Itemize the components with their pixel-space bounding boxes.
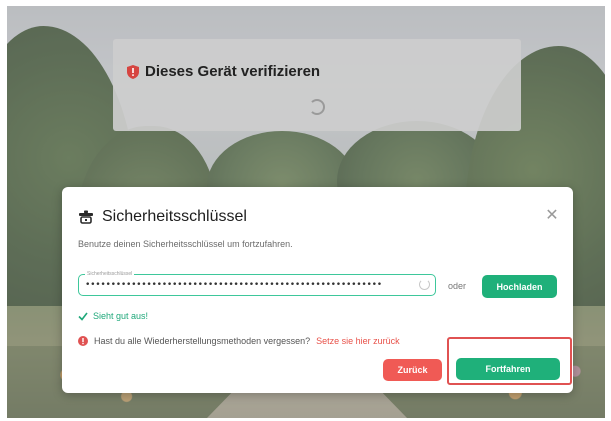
input-loading-icon bbox=[419, 279, 430, 290]
dialog-description: Benutze deinen Sicherheitsschlüssel um f… bbox=[78, 239, 293, 249]
check-icon bbox=[78, 311, 88, 321]
close-button[interactable]: ✕ bbox=[545, 207, 559, 224]
security-key-field-label: Sicherheitsschlüssel bbox=[85, 270, 135, 278]
close-icon: ✕ bbox=[545, 207, 559, 224]
loading-spinner-icon bbox=[309, 99, 325, 115]
or-separator: oder bbox=[448, 281, 467, 291]
security-key-input[interactable] bbox=[85, 278, 407, 292]
validation-message: Sieht gut aus! bbox=[78, 311, 148, 321]
security-key-dialog: Sicherheitsschlüssel ✕ Benutze deinen Si… bbox=[62, 187, 573, 393]
reset-link[interactable]: Setze sie hier zurück bbox=[316, 336, 400, 346]
key-icon bbox=[78, 210, 94, 224]
verify-device-title: Dieses Gerät verifizieren bbox=[127, 63, 320, 80]
continue-button[interactable]: Fortfahren bbox=[456, 358, 560, 380]
dialog-header: Sicherheitsschlüssel bbox=[78, 208, 247, 226]
background-scene: Dieses Gerät verifizieren Sicherheitssch… bbox=[7, 6, 605, 418]
validation-text: Sieht gut aus! bbox=[93, 311, 149, 321]
upload-button[interactable]: Hochladen bbox=[482, 275, 557, 298]
alert-icon bbox=[78, 336, 88, 346]
shield-icon bbox=[127, 64, 139, 79]
back-button[interactable]: Zurück bbox=[383, 359, 442, 381]
dialog-title: Sicherheitsschlüssel bbox=[102, 208, 247, 225]
forgot-methods-row: Hast du alle Wiederherstellungsmethoden … bbox=[78, 336, 400, 346]
security-key-field[interactable]: Sicherheitsschlüssel bbox=[78, 270, 436, 296]
verify-device-card: Dieses Gerät verifizieren bbox=[113, 39, 521, 131]
verify-device-title-text: Dieses Gerät verifizieren bbox=[145, 63, 321, 80]
forgot-methods-text: Hast du alle Wiederherstellungsmethoden … bbox=[94, 336, 311, 346]
